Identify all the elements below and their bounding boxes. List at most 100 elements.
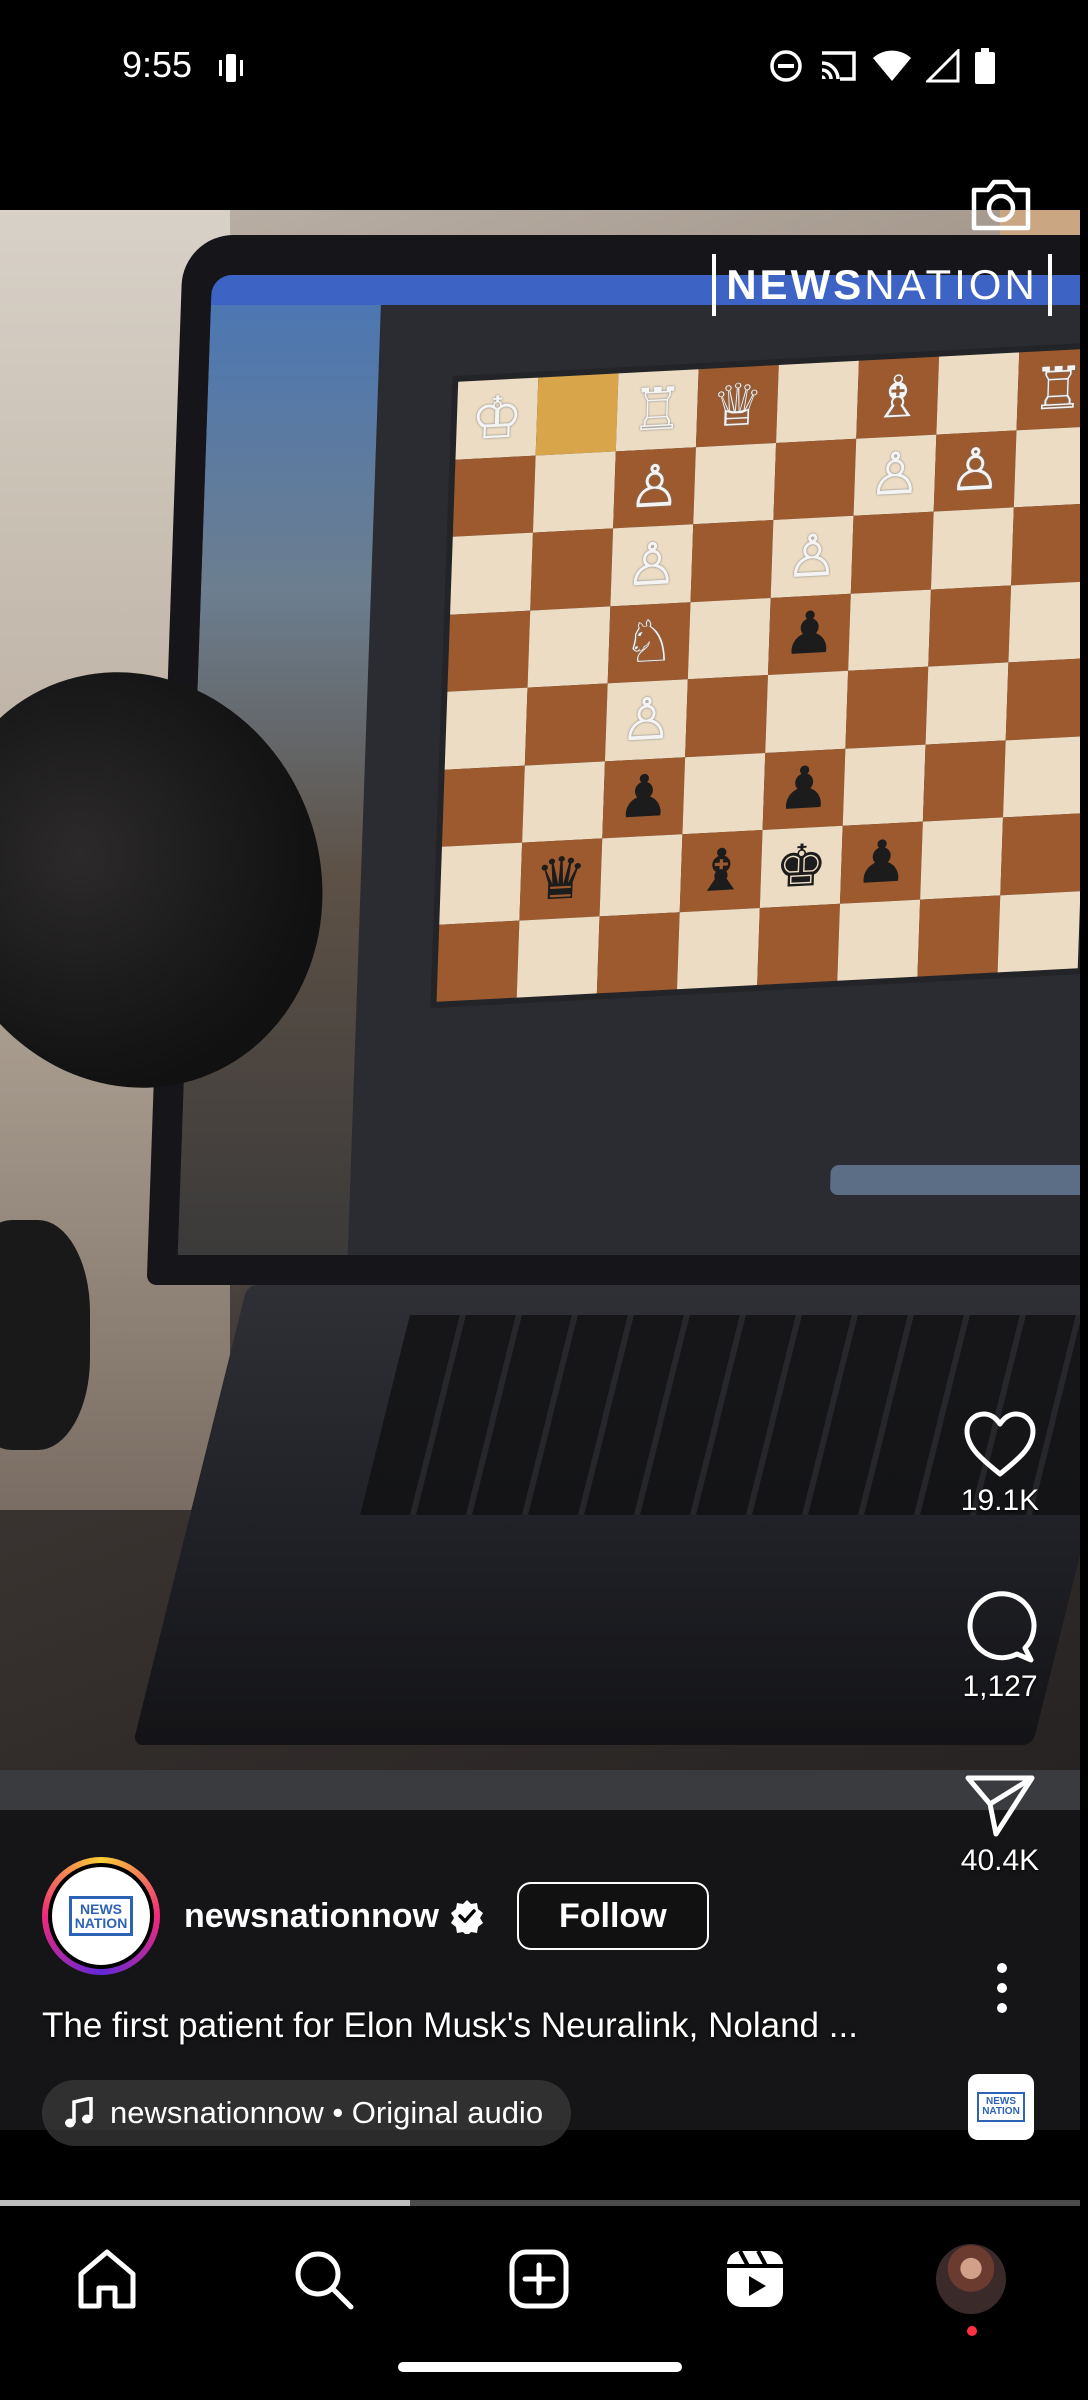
chess-square: ♖	[615, 369, 699, 451]
like-count: 19.1K	[960, 1484, 1040, 1517]
chess-square: ♙	[770, 515, 854, 598]
chess-piece-icon: ♔	[469, 384, 525, 452]
search-icon[interactable]	[291, 2247, 355, 2311]
battery-icon	[975, 48, 995, 84]
chess-square	[599, 834, 683, 916]
create-icon[interactable]	[508, 2248, 570, 2310]
chess-square	[1005, 658, 1080, 740]
nav-create[interactable]	[504, 2244, 574, 2314]
chess-square: ♟	[839, 821, 923, 904]
chess-square	[439, 842, 523, 925]
chess-square	[922, 739, 1006, 822]
chess-square	[693, 442, 777, 525]
signal-icon	[926, 49, 960, 83]
chess-square	[685, 675, 768, 757]
newsnation-logo: NEWS NATION	[69, 1896, 133, 1936]
status-time: 9:55	[122, 44, 193, 85]
chess-piece-icon: ♟	[776, 754, 832, 823]
wifi-icon	[873, 50, 911, 81]
do-not-disturb-icon	[770, 50, 802, 82]
chess-square	[930, 507, 1014, 590]
chess-square: ♟	[767, 593, 851, 675]
chess-square: ♖	[1016, 348, 1080, 430]
chess-piece-icon: ♙	[627, 453, 682, 521]
chess-square: ♘	[607, 601, 691, 684]
verified-badge-icon	[451, 1900, 483, 1934]
status-icons	[768, 48, 996, 84]
chess-piece-icon: ♗	[870, 363, 925, 431]
chess-square	[757, 903, 840, 985]
chess-square	[676, 907, 760, 990]
chess-square	[524, 683, 608, 766]
chess-square	[845, 666, 929, 749]
chess-square	[444, 687, 528, 770]
video-progress-bar[interactable]	[0, 2200, 1080, 2206]
chess-square: ♔	[455, 377, 539, 460]
cast-icon	[821, 51, 856, 81]
reel-caption[interactable]: The first patient for Elon Musk's Neural…	[42, 2006, 922, 2046]
chess-square	[450, 532, 533, 615]
audio-pill[interactable]: newsnationnow • Original audio	[42, 2080, 572, 2146]
profile-avatar[interactable]	[936, 2244, 1006, 2314]
home-icon[interactable]	[76, 2248, 138, 2310]
author-avatar[interactable]: NEWS NATION	[42, 1857, 160, 1975]
comment-count: 1,127	[962, 1670, 1038, 1703]
chess-square	[682, 752, 766, 835]
chess-square: ♛	[519, 838, 603, 921]
audio-label: newsnationnow • Original audio	[110, 2095, 544, 2130]
laptop-dock	[829, 1165, 1080, 1195]
follow-button[interactable]: Follow	[517, 1882, 709, 1950]
chess-square	[516, 915, 600, 998]
chess-piece-icon: ♕	[710, 371, 765, 440]
camera-icon[interactable]	[966, 170, 1036, 240]
chess-piece-icon: ♛	[533, 844, 589, 913]
share-action[interactable]: 40.4K	[940, 1774, 1060, 1878]
chess-square	[925, 662, 1009, 745]
chess-piece-icon: ♙	[624, 530, 680, 599]
reels-icon[interactable]	[724, 2248, 786, 2310]
nav-profile[interactable]	[936, 2244, 1006, 2336]
chess-square	[441, 765, 525, 847]
author-username[interactable]: newsnationnow	[184, 1897, 439, 1936]
chess-square	[596, 911, 680, 994]
audio-thumbnail[interactable]: NEWS NATION	[968, 2074, 1034, 2140]
chess-square: ♙	[853, 434, 937, 516]
chess-piece-icon: ♘	[621, 608, 677, 676]
chess-square	[1013, 425, 1080, 508]
like-action[interactable]: 19.1K	[940, 1410, 1060, 1518]
comment-action[interactable]: 1,127	[940, 1590, 1060, 1704]
chess-square	[928, 584, 1012, 667]
chess-piece-icon: ♟	[782, 599, 837, 668]
chess-board: ♔ ♖ ♕ ♗ ♖ ♙ ♙ ♙ ♙ ♙ ♘ ♟ ♙ ♟ ♟ ♛ ♝ ♚ ♟	[436, 348, 1080, 1002]
chess-piece-icon: ♖	[630, 375, 685, 444]
chess-square: ♗	[856, 356, 940, 439]
reel-video[interactable]: ♔ ♖ ♕ ♗ ♖ ♙ ♙ ♙ ♙ ♙ ♘ ♟ ♙ ♟ ♟ ♛ ♝ ♚ ♟	[0, 210, 1080, 2130]
comment-icon[interactable]	[963, 1590, 1037, 1664]
chess-square: ♕	[695, 365, 779, 447]
nav-home[interactable]	[72, 2244, 142, 2314]
chess-square	[936, 352, 1020, 435]
chess-piece-icon: ♟	[854, 828, 909, 896]
chess-square	[452, 455, 536, 537]
home-indicator[interactable]	[398, 2362, 682, 2372]
watermark-bold: NEWS	[726, 261, 865, 308]
heart-icon[interactable]	[963, 1410, 1037, 1478]
chess-square	[530, 528, 614, 611]
thumb-line-2: NATION	[982, 2106, 1020, 2117]
chess-square	[447, 610, 531, 692]
chess-piece-icon: ♙	[619, 685, 674, 754]
more-options-icon[interactable]	[984, 1960, 1020, 2016]
chess-square	[773, 438, 857, 520]
nav-search[interactable]	[288, 2244, 358, 2314]
chess-piece-icon: ♙	[867, 440, 923, 509]
nav-reels[interactable]	[720, 2244, 790, 2314]
chess-square: ♝	[679, 830, 763, 912]
chess-square	[842, 744, 926, 826]
watermark-thin: NATION	[864, 261, 1038, 308]
chess-square	[848, 589, 931, 671]
chess-square	[535, 373, 619, 456]
chess-square	[690, 520, 774, 602]
chess-square	[1008, 580, 1080, 663]
share-icon[interactable]	[964, 1774, 1036, 1838]
chess-square: ♚	[759, 825, 843, 908]
